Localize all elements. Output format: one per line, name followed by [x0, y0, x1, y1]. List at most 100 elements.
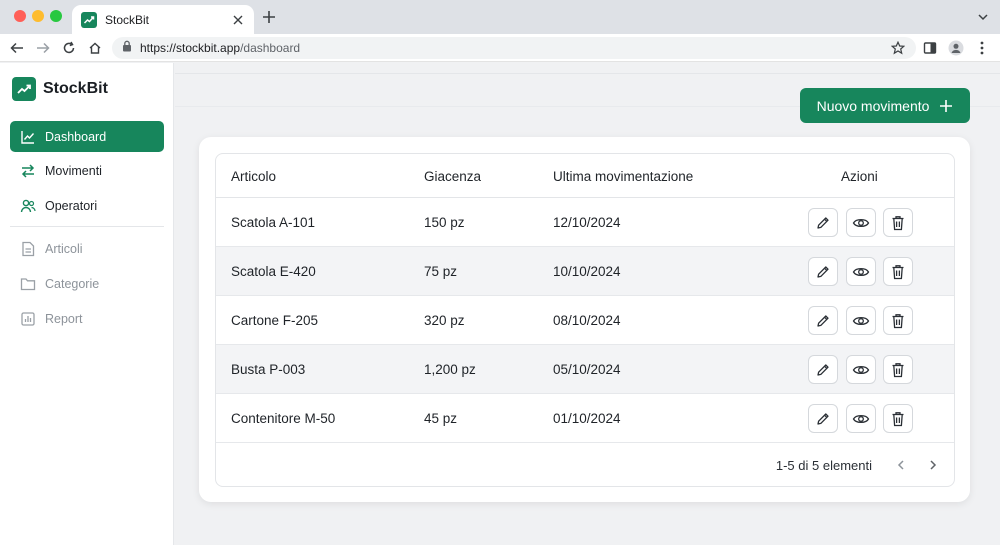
view-button[interactable]: [846, 257, 876, 286]
table-row[interactable]: Scatola A-101 150 pz 12/10/2024: [216, 198, 954, 247]
new-movement-button[interactable]: Nuovo movimento: [800, 88, 970, 123]
delete-button[interactable]: [883, 208, 913, 237]
sidebar-item-categorie[interactable]: Categorie: [10, 268, 164, 299]
users-icon: [19, 197, 37, 215]
table-header: Articolo Giacenza Ultima movimentazione …: [216, 154, 954, 198]
browser-tab-bar: StockBit: [0, 0, 1000, 34]
edit-button[interactable]: [808, 257, 838, 286]
new-tab-icon[interactable]: [260, 8, 278, 26]
column-header-giacenza[interactable]: Giacenza: [424, 169, 481, 184]
sidebar-item-label: Report: [45, 311, 83, 326]
column-header-articolo[interactable]: Articolo: [231, 169, 276, 184]
eye-icon: [852, 414, 870, 423]
url-host: https://stockbit.app: [140, 41, 241, 55]
pencil-icon: [817, 314, 829, 327]
delete-button[interactable]: [883, 355, 913, 384]
trash-icon: [892, 264, 904, 279]
window-close-button[interactable]: [14, 10, 26, 22]
pencil-icon: [817, 265, 829, 278]
brand-name: StockBit: [43, 80, 108, 97]
cell-data: 10/10/2024: [553, 264, 621, 279]
side-panel-icon[interactable]: [921, 39, 939, 57]
cell-data: 12/10/2024: [553, 215, 621, 230]
tab-search-chevron-icon[interactable]: [976, 10, 990, 24]
tab-favicon-icon: [81, 11, 97, 28]
plus-icon: [939, 99, 953, 113]
url-text: https://stockbit.app/dashboard: [140, 41, 906, 55]
delete-button[interactable]: [883, 404, 913, 433]
brand[interactable]: StockBit: [12, 77, 108, 101]
sidebar-item-articoli[interactable]: Articoli: [10, 233, 164, 264]
home-icon[interactable]: [86, 39, 104, 57]
cell-giacenza: 45 pz: [424, 411, 458, 426]
sidebar: StockBit Dashboard Movimenti Operatori A…: [0, 63, 174, 545]
table-row[interactable]: Scatola E-420 75 pz 10/10/2024: [216, 247, 954, 296]
edit-button[interactable]: [808, 404, 838, 433]
arrows-exchange-icon: [19, 162, 37, 180]
lock-icon: [122, 39, 132, 57]
browser-tab[interactable]: StockBit: [72, 5, 254, 34]
sidebar-item-dashboard[interactable]: Dashboard: [10, 121, 164, 152]
view-button[interactable]: [846, 404, 876, 433]
pagination-summary: 1-5 di 5 elementi: [775, 458, 872, 473]
sidebar-item-report[interactable]: Report: [10, 303, 164, 334]
edit-button[interactable]: [808, 208, 838, 237]
next-page-button[interactable]: [923, 455, 943, 475]
table-row[interactable]: Cartone F-205 320 pz 08/10/2024: [216, 296, 954, 345]
forward-arrow-icon[interactable]: [34, 39, 52, 57]
tab-title: StockBit: [105, 12, 150, 27]
cell-articolo: Scatola A-101: [231, 215, 316, 230]
pencil-icon: [817, 412, 829, 425]
document-icon: [19, 240, 37, 258]
edit-button[interactable]: [808, 306, 838, 335]
cell-articolo: Busta P-003: [231, 362, 306, 377]
eye-icon: [852, 218, 870, 227]
view-button[interactable]: [846, 208, 876, 237]
sidebar-item-label: Dashboard: [45, 129, 107, 144]
cell-articolo: Cartone F-205: [231, 313, 319, 328]
window-maximize-button[interactable]: [50, 10, 62, 22]
view-button[interactable]: [846, 306, 876, 335]
trash-icon: [892, 362, 904, 377]
sidebar-item-label: Categorie: [45, 276, 100, 291]
tab-close-icon[interactable]: [231, 13, 245, 27]
back-arrow-icon[interactable]: [8, 39, 26, 57]
trash-icon: [892, 313, 904, 328]
table-row[interactable]: Contenitore M-50 45 pz 01/10/2024: [216, 394, 954, 443]
cell-articolo: Scatola E-420: [231, 264, 316, 279]
previous-page-button[interactable]: [891, 455, 911, 475]
eye-icon: [852, 316, 870, 325]
window-minimize-button[interactable]: [32, 10, 44, 22]
browser-toolbar: https://stockbit.app/dashboard: [0, 34, 1000, 62]
sidebar-item-label: Articoli: [45, 241, 83, 256]
column-header-ultima-movimentazione[interactable]: Ultima movimentazione: [553, 169, 693, 184]
pencil-icon: [817, 363, 829, 376]
new-movement-label: Nuovo movimento: [816, 97, 930, 114]
profile-avatar-icon[interactable]: [947, 39, 965, 57]
browser-menu-icon[interactable]: [973, 39, 991, 57]
movements-table: Articolo Giacenza Ultima movimentazione …: [215, 153, 955, 487]
sidebar-item-movimenti[interactable]: Movimenti: [10, 155, 164, 186]
eye-icon: [852, 267, 870, 276]
edit-button[interactable]: [808, 355, 838, 384]
column-header-azioni: Azioni: [841, 169, 878, 184]
address-bar[interactable]: https://stockbit.app/dashboard: [112, 37, 916, 59]
delete-button[interactable]: [883, 306, 913, 335]
table-footer: 1-5 di 5 elementi: [216, 443, 954, 486]
view-button[interactable]: [846, 355, 876, 384]
delete-button[interactable]: [883, 257, 913, 286]
header-divider: [175, 73, 1000, 74]
movements-card: Articolo Giacenza Ultima movimentazione …: [199, 137, 970, 502]
chevron-left-icon: [897, 460, 904, 470]
cell-data: 01/10/2024: [553, 411, 621, 426]
trend-logo-icon: [12, 77, 36, 101]
bookmark-star-icon[interactable]: [889, 39, 907, 57]
table-row[interactable]: Busta P-003 1,200 pz 05/10/2024: [216, 345, 954, 394]
cell-data: 08/10/2024: [553, 313, 621, 328]
sidebar-item-operatori[interactable]: Operatori: [10, 190, 164, 221]
reload-icon[interactable]: [60, 39, 78, 57]
cell-data: 05/10/2024: [553, 362, 621, 377]
cell-giacenza: 1,200 pz: [424, 362, 476, 377]
trash-icon: [892, 215, 904, 230]
cell-giacenza: 150 pz: [424, 215, 465, 230]
